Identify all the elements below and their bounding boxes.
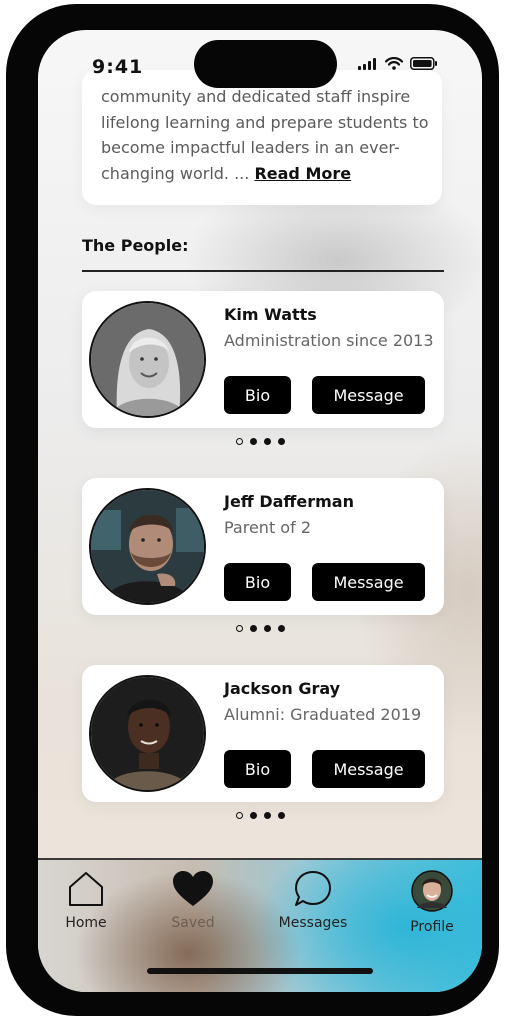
person-card: Kim Watts Administration since 2013 Bio … (82, 291, 444, 428)
person-name: Jackson Gray (224, 679, 341, 698)
avatar (89, 488, 206, 605)
carousel-dot[interactable] (250, 438, 257, 445)
bio-button[interactable]: Bio (224, 376, 291, 414)
person-role: Administration since 2013 (224, 331, 434, 350)
message-button[interactable]: Message (312, 750, 425, 788)
carousel-dot-active[interactable] (236, 625, 243, 632)
person-role: Parent of 2 (224, 518, 311, 537)
avatar (89, 675, 206, 792)
person-name: Kim Watts (224, 305, 317, 324)
wifi-icon (385, 57, 403, 70)
bio-button[interactable]: Bio (224, 563, 291, 601)
screen: community and dedicated staff inspire li… (38, 30, 482, 992)
profile-avatar (411, 870, 453, 912)
phone-frame: community and dedicated staff inspire li… (6, 4, 499, 1016)
message-button[interactable]: Message (312, 563, 425, 601)
carousel-dot[interactable] (264, 812, 271, 819)
avatar (89, 301, 206, 418)
tab-label: Messages (278, 915, 348, 931)
carousel-dot[interactable] (264, 438, 271, 445)
tab-saved[interactable]: Saved (153, 870, 233, 931)
dynamic-island (194, 40, 337, 88)
tab-profile[interactable]: Profile (392, 870, 472, 935)
tab-messages[interactable]: Messages (273, 870, 353, 931)
tab-label: Saved (171, 915, 215, 931)
section-title: The People: (82, 236, 189, 255)
chat-bubble-icon (295, 871, 331, 906)
person-name: Jeff Dafferman (224, 492, 354, 511)
carousel-dot[interactable] (250, 625, 257, 632)
home-icon (69, 872, 103, 906)
tab-label: Home (65, 915, 107, 931)
message-button[interactable]: Message (312, 376, 425, 414)
status-time: 9:41 (92, 56, 144, 78)
read-more-link[interactable]: Read More (254, 164, 351, 183)
carousel-dot[interactable] (278, 812, 285, 819)
carousel-dot[interactable] (278, 625, 285, 632)
carousel-dot-active[interactable] (236, 438, 243, 445)
carousel-dots (236, 625, 285, 632)
battery-icon (410, 57, 437, 70)
home-indicator[interactable] (147, 968, 373, 974)
carousel-dot[interactable] (278, 438, 285, 445)
intro-text: community and dedicated staff inspire li… (101, 84, 431, 186)
person-card: Jeff Dafferman Parent of 2 Bio Message (82, 478, 444, 615)
signal-icon (358, 57, 376, 70)
status-icons (358, 57, 438, 70)
person-role: Alumni: Graduated 2019 (224, 705, 422, 724)
carousel-dots (236, 812, 285, 819)
bio-button[interactable]: Bio (224, 750, 291, 788)
section-divider (82, 270, 444, 272)
heart-icon (173, 871, 213, 906)
tab-bar-divider (38, 858, 482, 860)
carousel-dot-active[interactable] (236, 812, 243, 819)
carousel-dots (236, 438, 285, 445)
tab-label: Profile (410, 919, 454, 935)
carousel-dot[interactable] (250, 812, 257, 819)
intro-card: community and dedicated staff inspire li… (82, 70, 442, 205)
person-card: Jackson Gray Alumni: Graduated 2019 Bio … (82, 665, 444, 802)
carousel-dot[interactable] (264, 625, 271, 632)
tab-home[interactable]: Home (46, 870, 126, 931)
